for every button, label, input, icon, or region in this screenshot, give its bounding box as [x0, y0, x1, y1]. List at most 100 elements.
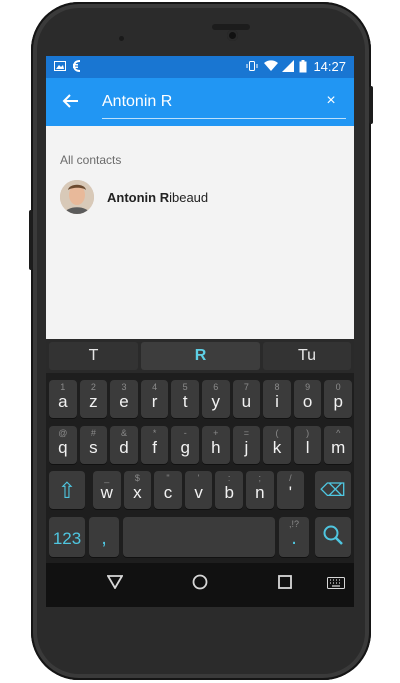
letter-key-label: g: [180, 438, 190, 457]
letter-key-label: ': [288, 483, 293, 502]
letter-key[interactable]: _ w: [93, 471, 121, 509]
nav-recents-icon[interactable]: [274, 574, 296, 596]
letter-key[interactable]: ) l: [293, 426, 322, 464]
letter-key-label: s: [89, 438, 98, 457]
letter-key[interactable]: " c: [154, 471, 182, 509]
letter-key-alt: :: [227, 473, 231, 483]
period-key[interactable]: ,!? .: [279, 517, 309, 557]
letter-key-alt: 9: [305, 382, 311, 392]
status-bar: 14:27: [46, 56, 354, 78]
letter-key[interactable]: / ': [276, 471, 305, 509]
app-icon: [72, 60, 82, 75]
period-key-label: .: [291, 527, 297, 549]
letter-key-label: k: [272, 438, 282, 457]
letter-key[interactable]: 4r: [140, 380, 169, 418]
space-key[interactable]: [123, 517, 275, 557]
clear-search-icon[interactable]: ×: [320, 90, 342, 112]
letter-key-label: q: [58, 438, 68, 457]
navigation-bar: [46, 563, 354, 607]
letter-key-alt: 3: [121, 382, 127, 392]
suggestion-left[interactable]: T: [49, 342, 138, 370]
letter-key-label: y: [211, 392, 221, 411]
letter-key-alt: =: [243, 428, 250, 438]
keyboard-switch-icon[interactable]: [325, 574, 347, 596]
letter-key-label: h: [211, 438, 221, 457]
letter-key-alt: ": [166, 473, 170, 483]
letter-key[interactable]: :b: [215, 471, 243, 509]
letter-key[interactable]: 8i: [263, 380, 291, 418]
letter-key-alt: (: [275, 428, 279, 438]
letter-key-label: n: [255, 483, 265, 502]
letter-key-label: w: [100, 483, 113, 502]
letter-key[interactable]: ; n: [246, 471, 274, 509]
letter-key-label: o: [302, 392, 313, 411]
contact-name: Antonin Ribeaud: [107, 190, 208, 205]
letter-key[interactable]: (k: [263, 426, 291, 464]
numbers-key[interactable]: 123: [49, 517, 85, 557]
nav-back-icon[interactable]: [104, 574, 126, 596]
contacts-list: All contacts Antonin Ribeaud: [46, 126, 354, 339]
nav-home-icon[interactable]: [189, 574, 211, 596]
letter-key-alt: _: [104, 473, 110, 483]
comma-key-label: ,: [101, 527, 107, 549]
letter-key-alt: 1: [60, 382, 66, 392]
battery-icon: [299, 60, 307, 76]
letter-key-label: c: [163, 483, 173, 502]
search-underline: [102, 118, 346, 119]
suggestion-right[interactable]: Tu: [263, 342, 351, 370]
letter-key[interactable]: * f: [140, 426, 169, 464]
letter-key-alt: 8: [274, 382, 280, 392]
letter-key[interactable]: ^ m: [324, 426, 352, 464]
letter-key-label: t: [182, 392, 188, 411]
letter-key-alt: #: [90, 428, 96, 438]
letter-key-alt: 0: [335, 382, 341, 392]
letter-key[interactable]: 5t: [171, 380, 199, 418]
letter-key[interactable]: = j: [232, 426, 261, 464]
comma-key[interactable]: ,: [89, 517, 119, 557]
letter-key[interactable]: -g: [171, 426, 199, 464]
contact-row[interactable]: Antonin Ribeaud: [46, 178, 354, 224]
letter-key[interactable]: # s: [79, 426, 108, 464]
signal-icon: [282, 60, 294, 75]
power-button: [369, 86, 373, 124]
letter-key-alt: 2: [90, 382, 96, 392]
search-icon: [315, 524, 351, 551]
letter-key-label: u: [241, 392, 252, 411]
backspace-icon: ⌫: [320, 480, 346, 500]
letter-key-alt: /: [289, 473, 292, 483]
letter-key-label: d: [119, 438, 129, 457]
backspace-key[interactable]: ⌫: [315, 471, 351, 509]
keyboard: T R Tu 1a2z3e4r5t6y7u8i9o0p @ q # s & d * f - g + h…: [46, 339, 354, 563]
letter-key-alt: $: [134, 473, 140, 483]
search-key[interactable]: [315, 517, 351, 557]
letter-key[interactable]: 1a: [49, 380, 77, 418]
letter-key[interactable]: $ x: [123, 471, 152, 509]
screen: 14:27 × All contacts Antonin Ribeaud: [46, 56, 354, 607]
suggestion-center[interactable]: R: [141, 342, 260, 370]
letter-key-alt: 4: [152, 382, 158, 392]
letter-key[interactable]: ' v: [184, 471, 213, 509]
letter-key-alt: ;: [258, 473, 262, 483]
shift-key[interactable]: ⇧: [49, 471, 85, 509]
letter-key[interactable]: + h: [202, 426, 230, 464]
contact-name-rest: ibeaud: [169, 190, 209, 205]
volume-button: [29, 210, 33, 270]
letter-key-alt: 5: [182, 382, 188, 392]
letter-key-label: a: [58, 392, 68, 411]
letter-key-label: b: [224, 483, 234, 502]
letter-key[interactable]: 3e: [110, 380, 138, 418]
back-arrow-icon[interactable]: [58, 88, 84, 114]
letter-key-label: x: [133, 483, 142, 502]
letter-key[interactable]: & d: [110, 426, 138, 464]
section-label: All contacts: [60, 153, 122, 167]
letter-key[interactable]: 7u: [232, 380, 261, 418]
letter-key-alt: ): [306, 428, 310, 438]
suggestion-bar: T R Tu: [46, 339, 354, 373]
letter-key[interactable]: 2z: [79, 380, 108, 418]
letter-key[interactable]: 0p: [324, 380, 352, 418]
letter-key[interactable]: 6y: [202, 380, 230, 418]
search-input[interactable]: [102, 88, 292, 116]
letter-key-label: j: [244, 438, 249, 457]
letter-key[interactable]: @ q: [49, 426, 77, 464]
letter-key[interactable]: 9o: [293, 380, 322, 418]
